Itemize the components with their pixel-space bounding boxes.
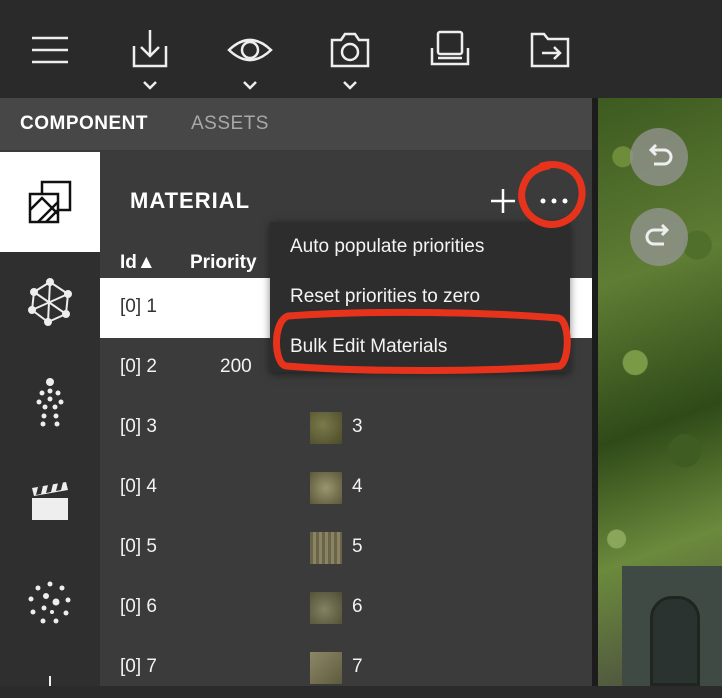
row-id: [0] 2: [120, 356, 157, 377]
redo-button[interactable]: [630, 208, 688, 266]
column-header-priority[interactable]: Priority: [190, 252, 257, 274]
table-row[interactable]: [0] 6 6: [100, 578, 592, 638]
row-id: [0] 5: [120, 536, 157, 557]
menu-item-reset-priorities[interactable]: Reset priorities to zero: [290, 286, 480, 308]
menu-icon[interactable]: [26, 26, 74, 74]
table-row[interactable]: [0] 3 3: [100, 398, 592, 458]
undo-button[interactable]: [630, 128, 688, 186]
rail-item-material[interactable]: [0, 152, 100, 252]
rail-item-geometry[interactable]: [0, 252, 100, 352]
material-thumbnail: [310, 532, 342, 564]
redo-icon: [645, 224, 670, 246]
rail-item-animation[interactable]: [0, 452, 100, 552]
scene-window: [650, 596, 700, 686]
row-material: 5: [352, 536, 363, 557]
chevron-down-icon[interactable]: [240, 78, 260, 92]
row-id: [0] 1: [120, 296, 157, 317]
material-thumbnail: [310, 652, 342, 684]
plus-icon: [49, 676, 51, 686]
panel-tabs: COMPONENT ASSETS: [0, 98, 596, 152]
row-id: [0] 6: [120, 596, 157, 617]
scene-icon[interactable]: [426, 26, 474, 74]
tab-component[interactable]: COMPONENT: [20, 113, 148, 135]
skeleton-icon: [36, 378, 64, 427]
row-material: 3: [352, 416, 363, 437]
material-icon: [28, 180, 72, 224]
import-icon[interactable]: [126, 26, 174, 74]
panel-title: MATERIAL: [130, 188, 251, 213]
table-row[interactable]: [0] 5 5: [100, 518, 592, 578]
menu-item-bulk-edit-materials[interactable]: Bulk Edit Materials: [290, 336, 447, 358]
row-id: [0] 4: [120, 476, 157, 497]
menu-item-auto-populate-priorities[interactable]: Auto populate priorities: [290, 236, 484, 258]
plus-icon: [491, 189, 515, 213]
table-row[interactable]: [0] 7 7: [100, 638, 592, 698]
clapperboard-icon: [32, 482, 68, 520]
rail-item-rigging[interactable]: [0, 352, 100, 452]
tab-assets[interactable]: ASSETS: [191, 113, 269, 135]
row-material: 7: [352, 656, 363, 677]
material-thumbnail: [310, 592, 342, 624]
eye-icon[interactable]: [226, 26, 274, 74]
chevron-down-icon[interactable]: [140, 78, 160, 92]
more-options-button[interactable]: [534, 186, 574, 216]
row-id: [0] 3: [120, 416, 157, 437]
column-header-id[interactable]: Id▲: [120, 252, 156, 274]
table-row[interactable]: [0] 4 4: [100, 458, 592, 518]
ellipsis-icon: [540, 198, 568, 204]
3d-viewport[interactable]: [598, 98, 722, 686]
add-material-button[interactable]: [488, 186, 518, 216]
more-options-menu: Auto populate priorities Reset prioritie…: [270, 222, 570, 372]
undo-icon: [648, 144, 673, 166]
particles-icon: [28, 581, 71, 624]
component-rail: [0, 152, 100, 686]
rail-item-particles[interactable]: [0, 552, 100, 652]
top-toolbar: [0, 0, 722, 98]
material-thumbnail: [310, 412, 342, 444]
export-icon[interactable]: [526, 26, 574, 74]
row-priority[interactable]: 200: [220, 356, 252, 378]
row-id: [0] 7: [120, 656, 157, 677]
camera-icon[interactable]: [326, 26, 374, 74]
row-material: 4: [352, 476, 363, 497]
wireframe-icon: [28, 278, 72, 326]
material-thumbnail: [310, 472, 342, 504]
row-material: 6: [352, 596, 363, 617]
chevron-down-icon[interactable]: [340, 78, 360, 92]
